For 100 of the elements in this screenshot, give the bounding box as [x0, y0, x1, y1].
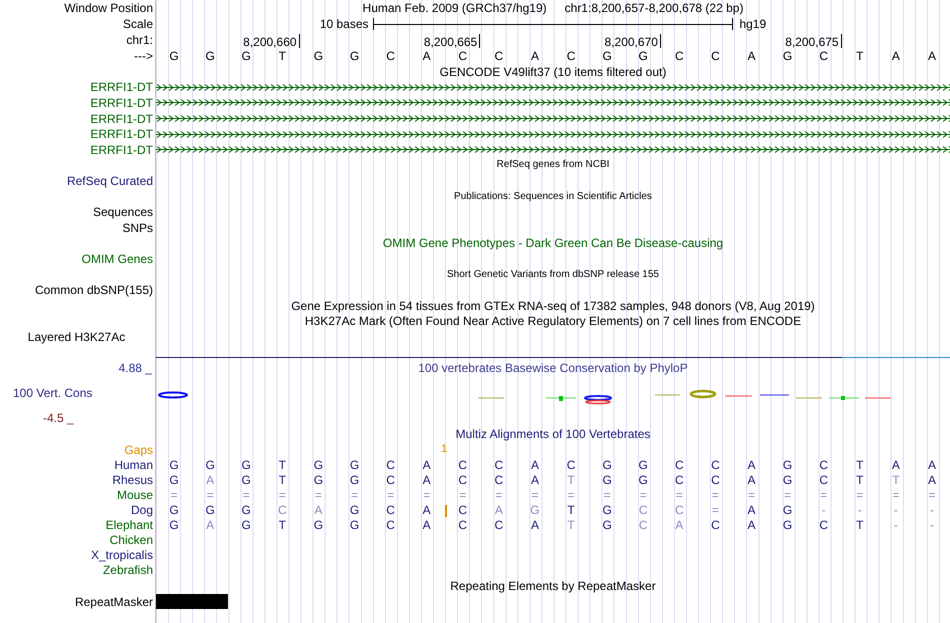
alignment-base: C: [494, 518, 504, 531]
base-letter: A: [890, 50, 901, 62]
species-label[interactable]: Zebrafish: [102, 564, 153, 576]
gene-arrow-drawing[interactable]: [156, 82, 950, 92]
species-label[interactable]: Rhesus: [112, 474, 153, 486]
gene-arrow-drawing[interactable]: [156, 145, 950, 154]
alignment-base: G: [240, 474, 252, 486]
alignment-base: =: [530, 488, 540, 501]
row-label: Scale: [122, 16, 154, 32]
alignment-base: G: [240, 504, 252, 516]
alignment-base: =: [458, 488, 468, 501]
alignment-base: A: [408, 504, 445, 516]
alignment-base: =: [891, 488, 900, 501]
track-label[interactable]: ERRFI1-DT: [90, 81, 153, 94]
repeat-block[interactable]: [156, 594, 228, 610]
alignment-base: T: [855, 458, 864, 471]
alignment-base: C: [457, 518, 468, 531]
alignment-base: -: [892, 504, 899, 516]
alignment-base: G: [312, 518, 324, 531]
species-label[interactable]: Human: [114, 458, 153, 471]
track-label[interactable]: ERRFI1-DT: [90, 112, 153, 125]
alignment-base: =: [746, 488, 756, 501]
alignment-base: C: [457, 504, 468, 516]
track-label[interactable]: ERRFI1-DT: [90, 96, 153, 109]
alignment-base: C: [674, 458, 685, 471]
alignment-base: C: [276, 504, 288, 516]
alignment-base: T: [278, 518, 287, 531]
species-label[interactable]: Chicken: [110, 534, 153, 546]
alignment-base: =: [927, 488, 936, 501]
alignment-base: A: [926, 474, 937, 486]
alignment-base: A: [422, 474, 432, 486]
species-label[interactable]: Elephant: [106, 518, 153, 531]
alignment-base: =: [422, 488, 432, 501]
track-label[interactable]: ERRFI1-DT: [90, 144, 153, 156]
alignment-base: C: [638, 504, 649, 516]
alignment-base: G: [529, 504, 541, 516]
species-label[interactable]: X_tropicalis: [90, 548, 153, 561]
track-title: Gene Expression in 54 tissues from GTEx RNA-seq of 17382 samples, 948 donors (V8, Aug 2019): [291, 300, 815, 312]
track-title: Publications: Sequences in Scientific Articles: [454, 192, 652, 202]
base-letter: T: [278, 50, 287, 62]
alignment-base: G: [638, 474, 649, 486]
alignment-base: G: [240, 518, 252, 531]
alignment-base: -: [856, 504, 863, 516]
track-label[interactable]: Common dbSNP(155): [34, 284, 153, 296]
base-letter: A: [926, 50, 937, 62]
base-letter: G: [168, 50, 180, 62]
alignment-base: C: [710, 458, 721, 471]
coordinate-label: 8,200,665: [424, 34, 480, 48]
alignment-base: G: [782, 458, 794, 471]
base-letter: A: [530, 50, 540, 62]
alignment-base: =: [819, 488, 828, 501]
track-title: GENCODE V49lift37 (10 items filtered out): [440, 66, 666, 78]
track-label[interactable]: ERRFI1-DT: [90, 128, 153, 140]
base-letter: G: [240, 50, 252, 62]
alignment-base: C: [818, 518, 829, 531]
species-label[interactable]: Dog: [130, 504, 153, 516]
track-label[interactable]: OMIM Genes: [82, 252, 153, 265]
gap-count: 1: [441, 444, 448, 456]
alignment-base: T: [566, 474, 576, 486]
track-label[interactable]: RefSeq Curated: [66, 174, 153, 187]
alignment-base: =: [494, 488, 504, 501]
species-label[interactable]: Mouse: [116, 488, 153, 501]
track-title: Short Genetic Variants from dbSNP release 155: [447, 270, 659, 280]
track-title: Repeating Elements by RepeatMasker: [450, 580, 656, 592]
alignment-base: G: [348, 504, 360, 516]
alignment-base: =: [314, 488, 323, 501]
alignment-base: A: [205, 474, 216, 486]
track-label[interactable]: Layered H3K27Ac: [28, 330, 126, 343]
alignment-base: C: [385, 518, 396, 531]
alignment-base: G: [204, 458, 216, 471]
axis-min-label: -4.5 _: [42, 412, 75, 424]
alignment-base: A: [746, 518, 756, 531]
track-label[interactable]: RepeatMasker: [74, 596, 153, 608]
gene-arrow-drawing[interactable]: [156, 98, 950, 108]
alignment-base: A: [530, 474, 540, 486]
alignment-base: G: [601, 518, 613, 531]
track-label[interactable]: 100 Vert. Cons: [0, 386, 153, 399]
alignment-base: C: [638, 518, 649, 531]
alignment-base: A: [422, 518, 432, 531]
axis-max-label: 4.88 _: [118, 362, 153, 374]
base-letter: C: [710, 50, 721, 62]
track-label[interactable]: SNPs: [122, 222, 153, 234]
track-label[interactable]: Sequences: [92, 206, 153, 218]
alignment-base: =: [602, 488, 612, 501]
base-letter: C: [385, 50, 396, 62]
base-letter: C: [818, 50, 829, 62]
alignment-base: =: [206, 488, 215, 501]
gene-arrow-drawing[interactable]: [156, 130, 950, 139]
gene-arrow-drawing[interactable]: [156, 114, 950, 124]
alignment-base: T: [891, 474, 901, 486]
alignment-base: C: [494, 474, 504, 486]
alignment-base: A: [494, 504, 504, 516]
alignment-base: =: [170, 488, 179, 501]
alignment-base: C: [494, 458, 504, 471]
alignment-base: -: [820, 504, 827, 516]
base-letter: T: [855, 50, 864, 62]
alignment-base: =: [674, 488, 684, 501]
alignment-base: A: [746, 458, 756, 471]
alignment-base: T: [566, 504, 576, 516]
base-letter: G: [312, 50, 324, 62]
